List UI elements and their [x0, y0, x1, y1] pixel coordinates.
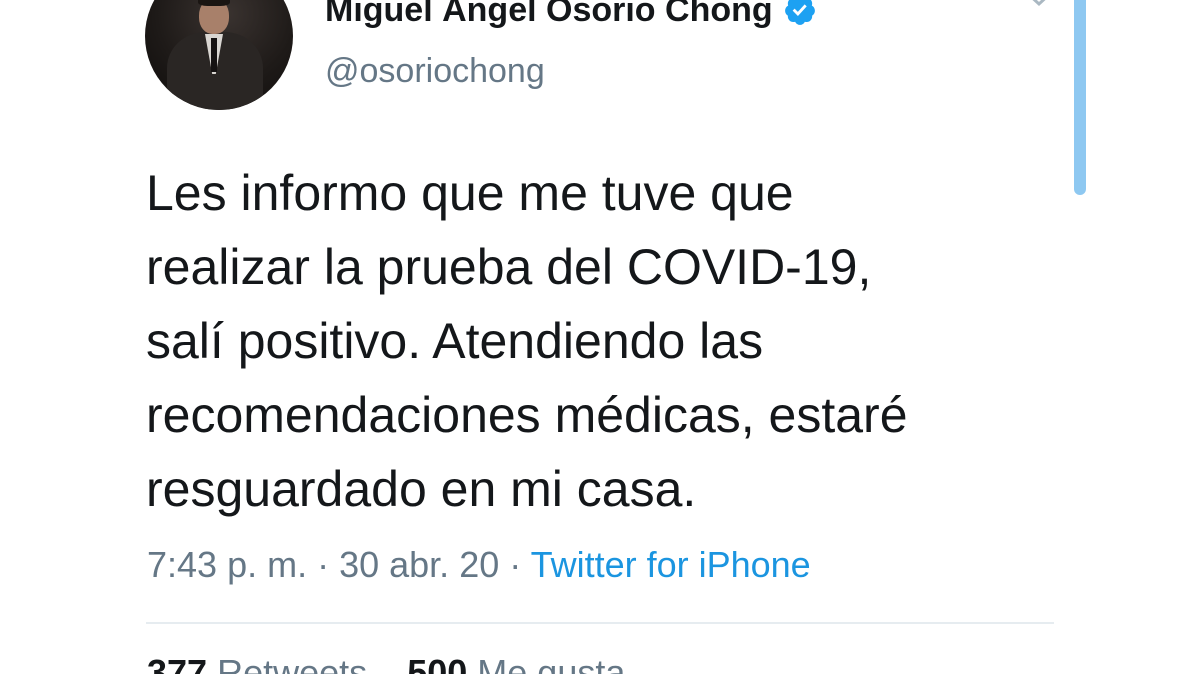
- tweet-date[interactable]: 30 abr. 20: [339, 544, 499, 585]
- tweet-text-line: Les informo que me tuve que: [146, 165, 794, 221]
- meta-separator: ·: [307, 544, 340, 585]
- avatar-tie: [211, 38, 217, 72]
- likes-stat[interactable]: 500 Me gusta: [407, 652, 625, 674]
- scrollbar[interactable]: [1074, 0, 1086, 195]
- tweet-text: Les informo que me tuve que realizar la …: [146, 156, 1066, 526]
- retweets-label: Retweets: [217, 652, 368, 674]
- likes-label: Me gusta: [477, 652, 626, 674]
- meta-separator: ·: [499, 544, 531, 585]
- author-name-row[interactable]: Miguel Ángel Osorio Chong: [325, 0, 817, 34]
- likes-count: 500: [407, 652, 468, 674]
- tweet-text-line: recomendaciones médicas, estaré: [146, 387, 908, 443]
- tweet-source-link[interactable]: Twitter for iPhone: [531, 544, 811, 585]
- retweets-stat[interactable]: 377 Retweets: [147, 652, 367, 674]
- author-handle[interactable]: @osoriochong: [325, 52, 545, 91]
- tweet-text-line: resguardado en mi casa.: [146, 461, 697, 517]
- retweets-count: 377: [147, 652, 208, 674]
- tweet-text-line: realizar la prueba del COVID-19,: [146, 239, 872, 295]
- verified-badge-icon: [784, 0, 815, 25]
- tweet-time[interactable]: 7:43 p. m.: [147, 544, 307, 585]
- avatar-hair: [198, 0, 230, 6]
- chevron-down-icon[interactable]: [1022, 0, 1056, 10]
- display-name[interactable]: Miguel Ángel Osorio Chong: [325, 0, 773, 30]
- tweet-meta: 7:43 p. m. · 30 abr. 20 · Twitter for iP…: [147, 544, 811, 586]
- divider: [146, 622, 1054, 624]
- avatar[interactable]: [145, 0, 293, 110]
- tweet-text-line: salí positivo. Atendiendo las: [146, 313, 764, 369]
- tweet-stats: 377 Retweets 500 Me gusta: [147, 652, 625, 674]
- tweet-card: Miguel Ángel Osorio Chong @osoriochong L…: [0, 0, 1200, 674]
